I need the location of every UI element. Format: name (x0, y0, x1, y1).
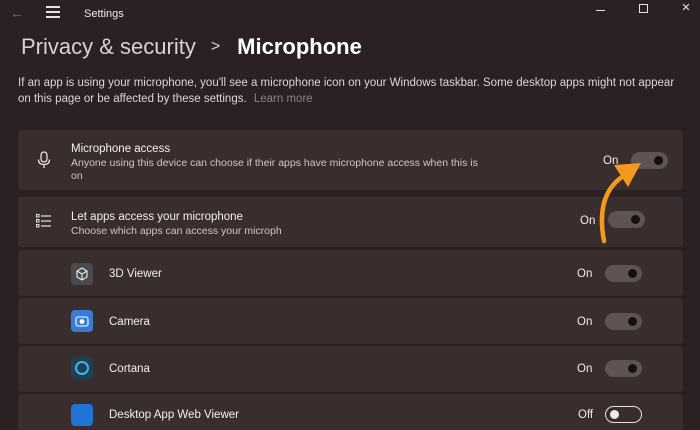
minimize-button[interactable] (585, 1, 615, 19)
annotation-arrow-icon (599, 163, 641, 244)
close-button[interactable]: ✕ (671, 1, 700, 19)
camera-icon (71, 310, 93, 332)
maximize-button[interactable] (628, 1, 658, 19)
app-row-3d-viewer: 3D Viewer On (18, 250, 683, 296)
minimize-icon (595, 10, 605, 11)
app-row-camera: Camera On (18, 298, 683, 344)
microphone-icon (37, 151, 51, 168)
app-state-camera: On (577, 316, 593, 328)
app-state-cortana: On (577, 363, 593, 375)
microphone-access-subtitle-line2: on (71, 170, 83, 182)
breadcrumb: Privacy & security > Microphone (21, 31, 362, 63)
app-name-camera: Camera (109, 316, 150, 328)
description-text: If an app is using your microphone, you'… (18, 77, 675, 105)
app-state-desktop-app-web-viewer: Off (578, 409, 594, 421)
apps-access-title: Let apps access your microphone (71, 211, 243, 223)
camera-toggle[interactable] (605, 313, 642, 330)
desktop-app-web-viewer-icon (71, 404, 93, 426)
app-name-3d-viewer: 3D Viewer (109, 268, 162, 280)
app-row-cortana: Cortana On (18, 346, 683, 392)
window-title: Settings (84, 8, 124, 20)
back-arrow-icon[interactable]: ← (10, 5, 26, 21)
close-icon: ✕ (681, 2, 691, 14)
list-icon (36, 214, 51, 228)
app-name-desktop-app-web-viewer: Desktop App Web Viewer (109, 409, 239, 421)
maximize-icon (638, 4, 648, 13)
3d-viewer-toggle[interactable] (605, 265, 642, 282)
app-name-cortana: Cortana (109, 363, 150, 375)
title-bar: ← Settings ✕ (0, 0, 700, 30)
app-state-3d-viewer: On (577, 268, 593, 280)
hamburger-menu-icon[interactable] (46, 6, 62, 20)
chevron-right-icon: > (210, 38, 221, 55)
cortana-icon (71, 357, 93, 379)
apps-access-state: On (580, 215, 596, 227)
app-row-desktop-app-web-viewer: Desktop App Web Viewer Off (18, 394, 683, 430)
page-description: If an app is using your microphone, you'… (18, 75, 688, 107)
desktop-app-web-viewer-toggle[interactable] (605, 406, 642, 423)
cortana-toggle[interactable] (605, 360, 642, 377)
microphone-access-subtitle-line1: Anyone using this device can choose if t… (71, 157, 478, 169)
apps-access-subtitle: Choose which apps can access your microp… (71, 225, 282, 237)
breadcrumb-parent-link[interactable]: Privacy & security (21, 34, 196, 60)
page-title: Microphone (237, 34, 362, 59)
microphone-access-title: Microphone access (71, 143, 171, 155)
3d-viewer-icon (71, 263, 93, 285)
apps-access-card[interactable]: Let apps access your microphone Choose w… (18, 197, 683, 247)
microphone-access-card[interactable]: Microphone access Anyone using this devi… (18, 130, 683, 190)
learn-more-link[interactable]: Learn more (254, 93, 313, 105)
